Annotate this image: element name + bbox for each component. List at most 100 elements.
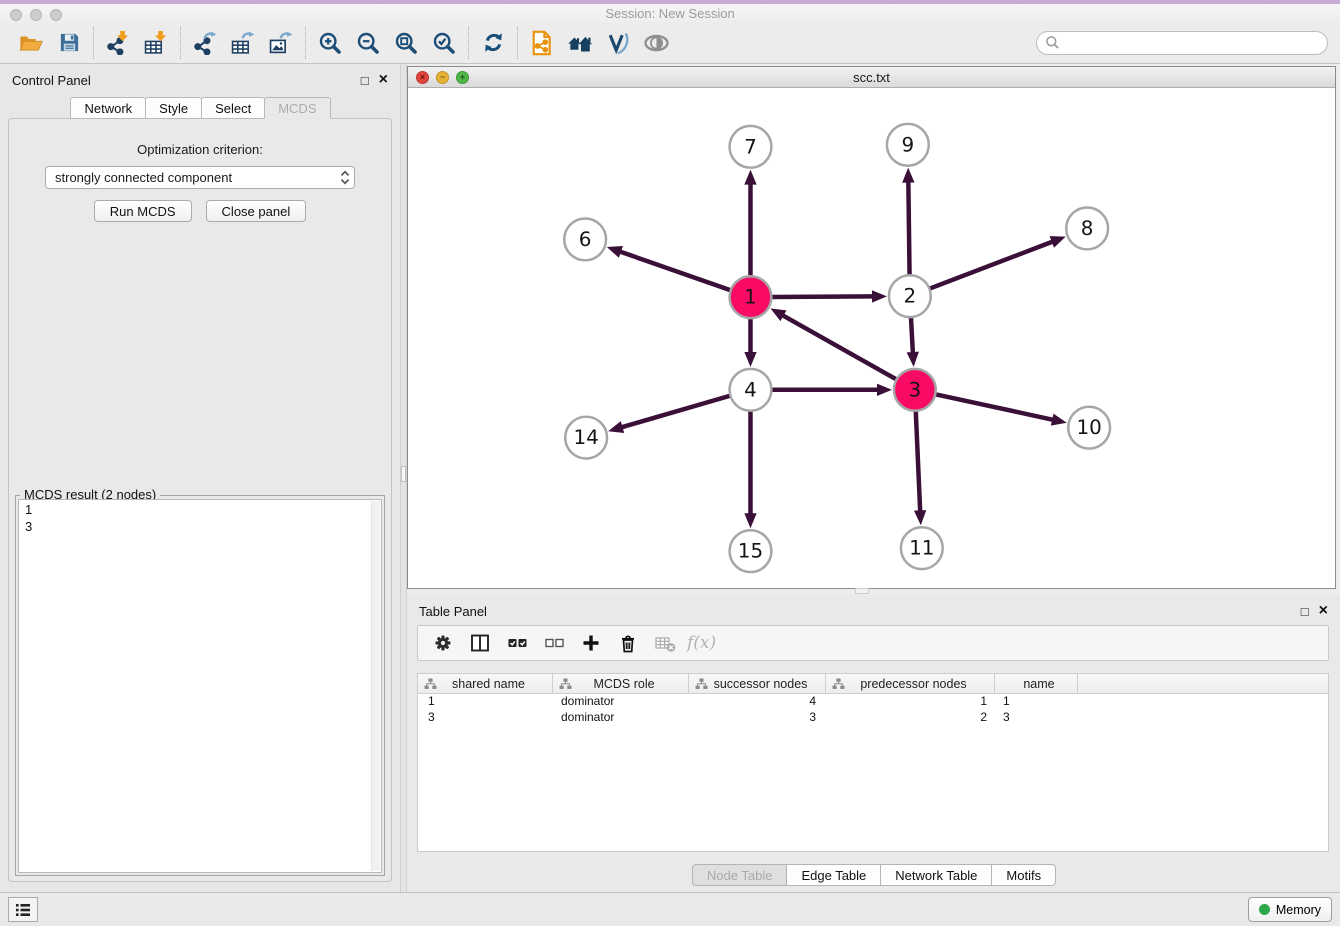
open-session-button[interactable] (12, 26, 50, 60)
toolbar-separator (305, 27, 306, 59)
edge-3-10[interactable] (934, 394, 1054, 420)
vertical-splitter-handle[interactable] (401, 466, 406, 482)
edge-3-11[interactable] (916, 410, 921, 513)
zoom-in-button[interactable] (311, 26, 349, 60)
vertical-splitter[interactable] (400, 64, 407, 892)
task-history-button[interactable] (8, 897, 38, 922)
column-header-name[interactable]: name (995, 674, 1078, 693)
close-panel-button[interactable]: Close panel (206, 200, 307, 222)
toolbar-separator (180, 27, 181, 59)
memory-button[interactable]: Memory (1248, 897, 1332, 922)
table-cell: 2 (826, 710, 995, 726)
table-settings-button[interactable] (428, 628, 458, 658)
edge-1-2[interactable] (770, 296, 874, 297)
toolbar-separator (468, 27, 469, 59)
export-network-icon (193, 31, 218, 55)
network-canvas[interactable]: 7968124314101511 (408, 89, 1335, 588)
tab-node-table[interactable]: Node Table (692, 864, 788, 886)
column-header-successor-nodes[interactable]: successor nodes (689, 674, 826, 693)
tab-motifs[interactable]: Motifs (991, 864, 1056, 886)
arrowhead-2-9 (902, 168, 914, 183)
table-cell: 1 (826, 694, 995, 710)
network-close-light[interactable]: × (416, 71, 429, 84)
network-minimize-light[interactable]: − (436, 71, 449, 84)
mcds-result-textarea[interactable]: 1 3 (18, 499, 382, 873)
apply-layout-button[interactable] (474, 26, 512, 60)
export-table-button[interactable] (224, 26, 262, 60)
column-header-shared-name[interactable]: shared name (418, 674, 553, 693)
main-area: Control Panel □ × NetworkStyleSelectMCDS… (0, 64, 1340, 892)
import-table-button[interactable] (137, 26, 175, 60)
export-table-icon (231, 31, 256, 55)
graph-node-label-15: 15 (738, 540, 763, 563)
zoom-selected-button[interactable] (425, 26, 463, 60)
arrowhead-1-6 (607, 246, 623, 258)
delete-table-button (650, 628, 680, 658)
hide-vizmap-button[interactable] (599, 26, 637, 60)
show-columns-button[interactable] (465, 628, 495, 658)
tab-network[interactable]: Network (70, 97, 146, 119)
window-titlebar: Session: New Session (0, 0, 1340, 22)
tab-mcds[interactable]: MCDS (264, 97, 330, 119)
delete-column-button[interactable] (613, 628, 643, 658)
column-header-predecessor-nodes[interactable]: predecessor nodes (826, 674, 995, 693)
import-network-icon (106, 31, 131, 55)
search-box[interactable] (1036, 31, 1328, 55)
select-all-button[interactable] (502, 628, 532, 658)
maximize-window-light[interactable] (50, 9, 62, 21)
minimize-window-light[interactable] (30, 9, 42, 21)
mcds-result-text: 1 3 (19, 500, 381, 536)
column-header-MCDS-role[interactable]: MCDS role (553, 674, 689, 693)
float-panel-icon[interactable]: □ (361, 74, 369, 87)
list-icon (15, 903, 31, 917)
export-image-button[interactable] (262, 26, 300, 60)
edge-3-1[interactable] (782, 315, 898, 380)
home-layout-button[interactable] (561, 26, 599, 60)
table-row[interactable]: 3dominator323 (418, 710, 1328, 726)
run-mcds-button[interactable]: Run MCDS (94, 200, 192, 222)
export-network-button[interactable] (186, 26, 224, 60)
network-window-titlebar[interactable]: × − + scc.txt (408, 67, 1335, 88)
search-icon (1045, 35, 1060, 50)
horizontal-splitter-handle[interactable] (855, 588, 869, 594)
edge-2-3[interactable] (911, 316, 913, 354)
close-window-light[interactable] (10, 9, 22, 21)
float-table-panel-icon[interactable]: □ (1301, 605, 1309, 618)
optimization-criterion-select[interactable]: strongly connected component (45, 166, 355, 189)
close-table-panel-icon[interactable]: × (1319, 603, 1328, 619)
table-row[interactable]: 1dominator411 (418, 694, 1328, 710)
search-input[interactable] (1064, 35, 1319, 50)
window-traffic-lights[interactable] (10, 9, 62, 21)
edge-2-8[interactable] (928, 241, 1053, 289)
tab-select[interactable]: Select (201, 97, 265, 119)
edge-2-9[interactable] (908, 181, 909, 277)
arrowhead-3-10 (1051, 414, 1067, 426)
add-column-button[interactable] (576, 628, 606, 658)
deselect-all-button[interactable] (539, 628, 569, 658)
network-from-file-button[interactable] (523, 26, 561, 60)
network-graph[interactable]: 7968124314101511 (408, 89, 1335, 588)
tab-edge-table[interactable]: Edge Table (786, 864, 881, 886)
zoom-fit-button[interactable] (387, 26, 425, 60)
edge-1-6[interactable] (619, 251, 732, 290)
graph-node-label-11: 11 (909, 537, 934, 560)
graphics-details-button[interactable] (637, 26, 675, 60)
graph-node-label-14: 14 (573, 426, 598, 449)
control-panel-tabs: NetworkStyleSelectMCDS (0, 97, 400, 119)
edge-4-14[interactable] (621, 395, 732, 427)
import-network-button[interactable] (99, 26, 137, 60)
save-session-button[interactable] (50, 26, 88, 60)
result-scrollbar[interactable] (371, 501, 380, 871)
import-table-icon (144, 31, 169, 55)
column-label: name (1001, 677, 1077, 691)
graph-node-label-10: 10 (1076, 416, 1101, 439)
tab-style[interactable]: Style (145, 97, 202, 119)
zoom-out-button[interactable] (349, 26, 387, 60)
export-image-icon (269, 31, 294, 55)
arrowhead-4-14 (608, 421, 624, 433)
tab-network-table[interactable]: Network Table (880, 864, 992, 886)
v-slash-icon (606, 31, 630, 55)
close-panel-icon[interactable]: × (379, 72, 388, 88)
column-type-icon (832, 678, 845, 690)
network-maximize-light[interactable]: + (456, 71, 469, 84)
